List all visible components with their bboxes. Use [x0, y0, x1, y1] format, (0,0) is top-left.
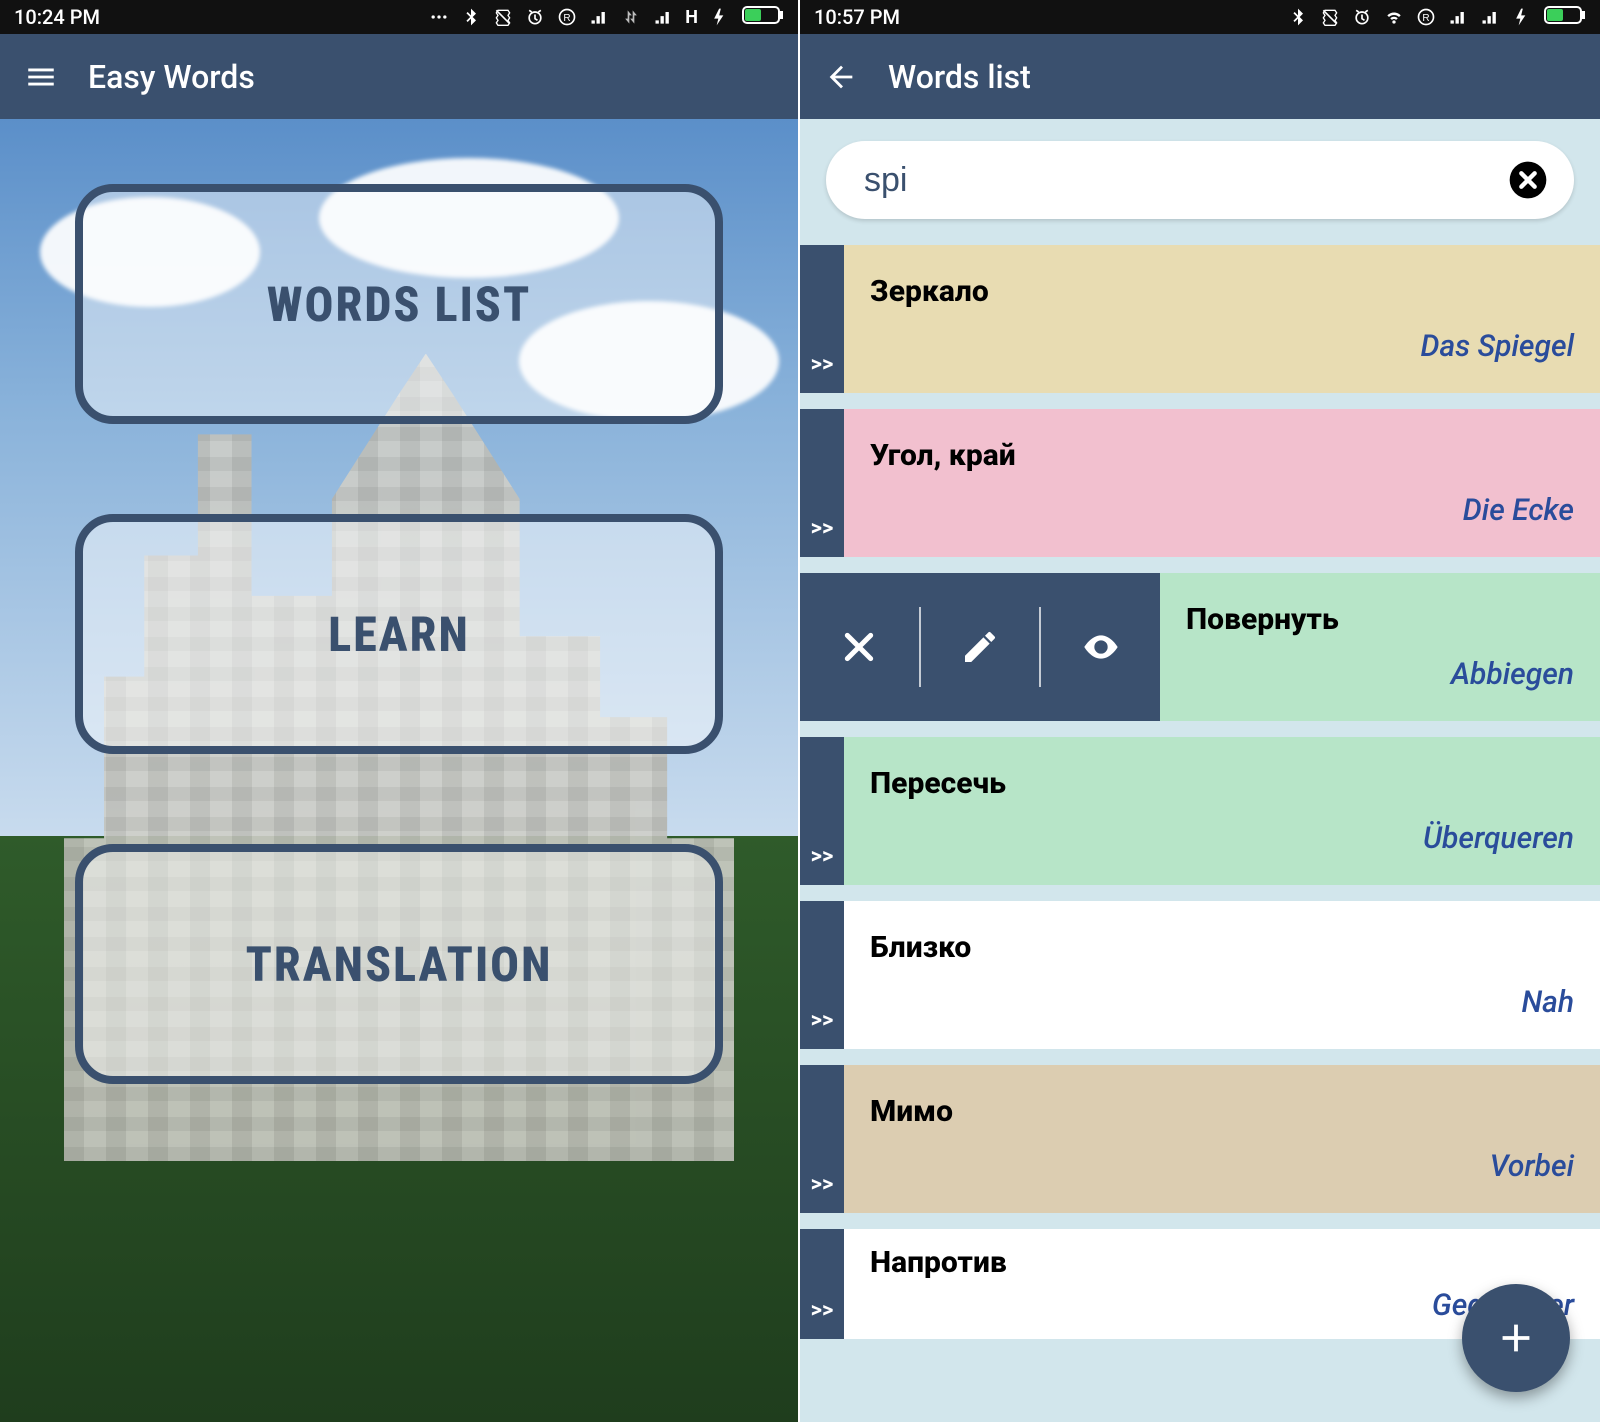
- word-source: Мимо: [870, 1094, 1574, 1129]
- app-title: Words list: [888, 58, 1031, 96]
- home-body: WORDS LIST LEARN TRANSLATION: [0, 119, 798, 1422]
- drag-handle[interactable]: >>: [800, 245, 844, 393]
- visibility-action[interactable]: [1041, 607, 1160, 687]
- wifi-icon: [1384, 7, 1404, 27]
- drag-handle[interactable]: >>: [800, 901, 844, 1049]
- word-translation: Das Spiegel: [870, 329, 1574, 364]
- word-translation: Abbiegen: [1186, 657, 1574, 692]
- status-icons: R: [1288, 5, 1586, 30]
- word-source: Пересечь: [870, 766, 1574, 801]
- network-type: H: [685, 7, 698, 28]
- data-icon: [621, 7, 641, 27]
- vibrate-icon: [493, 7, 513, 27]
- bluetooth-icon: [461, 7, 481, 27]
- status-bar: 10:24 PM R H: [0, 0, 798, 34]
- registered-icon: R: [1416, 7, 1436, 27]
- delete-action[interactable]: [800, 607, 921, 687]
- word-translation: Die Ecke: [870, 493, 1574, 528]
- vibrate-icon: [1320, 7, 1340, 27]
- signal-2-icon: [1480, 7, 1500, 27]
- learn-button[interactable]: LEARN: [75, 514, 723, 754]
- drag-handle[interactable]: >>: [800, 1229, 844, 1339]
- battery-icon: [1544, 5, 1586, 30]
- word-source: Угол, край: [870, 438, 1574, 473]
- list-item[interactable]: >> Близко Nah: [800, 901, 1600, 1049]
- status-icons: R H: [429, 5, 784, 30]
- list-item[interactable]: >> Пересечь Überqueren: [800, 737, 1600, 885]
- drag-handle[interactable]: >>: [800, 737, 844, 885]
- drag-handle[interactable]: >>: [800, 409, 844, 557]
- charging-icon: [710, 7, 730, 27]
- word-list[interactable]: >> Зеркало Das Spiegel >> Угол, край Die…: [800, 245, 1600, 1422]
- list-item[interactable]: >> Мимо Vorbei: [800, 1065, 1600, 1213]
- word-source: Напротив: [870, 1245, 1574, 1280]
- drag-handle[interactable]: >>: [800, 1065, 844, 1213]
- word-translation: Überqueren: [870, 821, 1574, 856]
- learn-label: LEARN: [328, 606, 470, 663]
- home-screen: 10:24 PM R H Easy Words: [0, 0, 800, 1422]
- search-field[interactable]: [826, 141, 1574, 219]
- search-input[interactable]: [864, 161, 1508, 200]
- signal-1-icon: [589, 7, 609, 27]
- status-bar: 10:57 PM R: [800, 0, 1600, 34]
- swipe-actions: [800, 573, 1160, 721]
- menu-icon[interactable]: [24, 60, 58, 94]
- signal-2-icon: [653, 7, 673, 27]
- app-bar: Easy Words: [0, 34, 798, 119]
- word-source: Повернуть: [1186, 602, 1574, 637]
- status-time: 10:24 PM: [14, 5, 100, 29]
- list-item-swiped[interactable]: Повернуть Abbiegen: [800, 573, 1600, 721]
- bluetooth-icon: [1288, 7, 1308, 27]
- list-item[interactable]: >> Угол, край Die Ecke: [800, 409, 1600, 557]
- svg-text:R: R: [1422, 13, 1429, 24]
- clear-search-icon[interactable]: [1508, 160, 1548, 200]
- word-source: Зеркало: [870, 274, 1574, 309]
- words-list-label: WORDS LIST: [267, 276, 532, 333]
- registered-icon: R: [557, 7, 577, 27]
- translation-button[interactable]: TRANSLATION: [75, 844, 723, 1084]
- list-item[interactable]: >> Зеркало Das Spiegel: [800, 245, 1600, 393]
- alarm-icon: [1352, 7, 1372, 27]
- words-list-button[interactable]: WORDS LIST: [75, 184, 723, 424]
- app-title: Easy Words: [88, 58, 255, 96]
- battery-icon: [742, 5, 784, 30]
- charging-icon: [1512, 7, 1532, 27]
- word-source: Близко: [870, 930, 1574, 965]
- app-bar: Words list: [800, 34, 1600, 119]
- more-icon: [429, 7, 449, 27]
- add-word-button[interactable]: [1462, 1284, 1570, 1392]
- status-time: 10:57 PM: [814, 5, 900, 29]
- signal-1-icon: [1448, 7, 1468, 27]
- word-translation: Nah: [870, 985, 1574, 1020]
- list-body: >> Зеркало Das Spiegel >> Угол, край Die…: [800, 119, 1600, 1422]
- words-list-screen: 10:57 PM R Words list: [800, 0, 1600, 1422]
- alarm-icon: [525, 7, 545, 27]
- back-icon[interactable]: [824, 60, 858, 94]
- edit-action[interactable]: [921, 607, 1042, 687]
- translation-label: TRANSLATION: [246, 936, 553, 993]
- svg-text:R: R: [564, 13, 571, 24]
- word-translation: Vorbei: [870, 1149, 1574, 1184]
